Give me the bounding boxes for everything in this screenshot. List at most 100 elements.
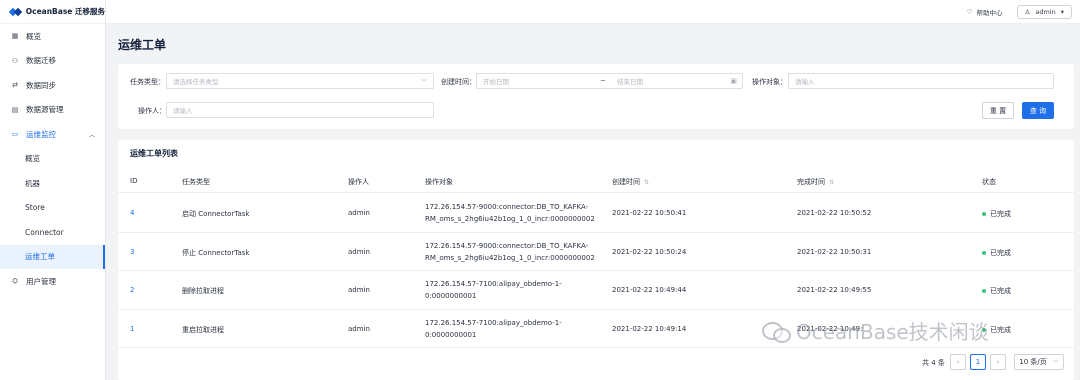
lightbulb-icon: ♡	[966, 7, 973, 16]
status-badge: 已完成	[982, 248, 1011, 258]
chevron-right-icon: ›	[996, 358, 1000, 366]
sidebar-item-overview[interactable]: ▦ 概览	[0, 24, 105, 49]
sidebar-subitem-overview[interactable]: 概览	[0, 147, 105, 172]
sidebar-subitem-label: 概览	[25, 154, 40, 164]
sidebar-subitem-ops-ticket[interactable]: 运维工单	[0, 244, 105, 269]
target-input[interactable]: 请输入	[788, 73, 1054, 89]
row-task-type: 重启拉取进程	[182, 325, 224, 334]
row-finished-time: 2021-02-22 10:50:31	[797, 247, 872, 256]
oceanbase-logo-icon	[10, 7, 21, 17]
row-created-time: 2021-02-22 10:49:14	[612, 324, 687, 333]
chevron-left-icon: ‹	[956, 358, 960, 366]
operator-input[interactable]: 请输入	[166, 102, 434, 118]
task-type-select[interactable]: 请选择任务类型 ﹀	[166, 73, 434, 89]
row-target: 172.26.154.57-9000:connector:DB_TO_KAFKA…	[425, 240, 595, 264]
finished-time-header-label: 完成时间	[797, 178, 825, 186]
table-row: 3 停止 ConnectorTask admin 172.26.154.57-9…	[118, 233, 1074, 271]
help-center-link[interactable]: ♡ 帮助中心	[967, 7, 1003, 17]
page-title: 运维工单	[118, 38, 167, 52]
status-dot	[982, 289, 986, 293]
column-header-id: ID	[130, 177, 138, 185]
sidebar-item-label: 数据迁移	[26, 56, 56, 66]
status-badge: 已完成	[982, 286, 1011, 296]
sidebar-item-sync[interactable]: ⇄ 数据同步	[0, 73, 105, 98]
sidebar-item-datasource[interactable]: ▤ 数据源管理	[0, 98, 105, 123]
table-header: ID 任务类型 操作人 操作对象 创建时间 ⇅ 完成时间 ⇅ 状态	[118, 170, 1074, 193]
pagination-total: 共 4 条	[922, 359, 945, 367]
sidebar-item-label: 运维监控	[26, 129, 56, 139]
sidebar-subitem-store[interactable]: Store	[0, 196, 105, 221]
user-menu-button[interactable]: ♙ admin ▾	[1016, 4, 1072, 19]
user-name: admin	[1035, 7, 1056, 16]
pagination-next-button[interactable]: ›	[990, 354, 1006, 370]
pagination-page-1[interactable]: 1	[970, 354, 986, 370]
sidebar-subitem-machine[interactable]: 机器	[0, 171, 105, 196]
status-badge: 已完成	[982, 209, 1011, 219]
row-operator: admin	[348, 247, 370, 256]
row-target-line: 172.26.154.57-7100:alipay_obdemo-1-	[425, 280, 562, 288]
row-target-line: 0:0000000001	[425, 292, 477, 300]
caret-down-icon: ▾	[1060, 7, 1064, 16]
operator-label: 操作人：	[138, 107, 166, 115]
row-target-line: 172.26.154.57-7100:alipay_obdemo-1-	[425, 318, 562, 327]
app-logo-text: OceanBase 迁移服务	[25, 7, 105, 16]
query-button[interactable]: 查 询	[1022, 102, 1054, 119]
row-finished-time: 2021-02-22 10:49:55	[797, 286, 872, 294]
created-time-label: 创建时间：	[441, 78, 476, 86]
date-range-separator: ~	[600, 77, 606, 85]
column-header-finished-time[interactable]: 完成时间 ⇅	[797, 177, 834, 187]
row-task-type: 启动 ConnectorTask	[182, 210, 250, 218]
overview-icon: ▦	[11, 32, 19, 41]
sidebar: OceanBase 迁移服务 ▦ 概览 ⚇ 数据迁移 ⇄ 数据同步 ▤ 数据源管…	[0, 0, 106, 380]
target-placeholder: 请输入	[795, 78, 815, 86]
status-label: 已完成	[990, 287, 1011, 295]
monitor-icon: ▭	[11, 130, 19, 139]
created-time-header-label: 创建时间	[612, 178, 640, 186]
status-label: 已完成	[990, 210, 1011, 218]
status-label: 已完成	[990, 325, 1011, 334]
sidebar-item-user-manage[interactable]: ⛭ 用户管理	[0, 269, 105, 294]
sidebar-item-monitor[interactable]: ▭ 运维监控 ︿	[0, 122, 105, 147]
sort-icon[interactable]: ⇅	[644, 179, 649, 186]
user-manage-icon: ⛭	[12, 276, 18, 285]
sidebar-subitem-connector[interactable]: Connector	[0, 220, 105, 245]
task-type-placeholder: 请选择任务类型	[173, 78, 219, 86]
reset-button[interactable]: 重 置	[982, 102, 1014, 119]
row-target: 172.26.154.57-7100:alipay_obdemo-1- 0:00…	[425, 278, 562, 302]
table-row: 2 删除拉取进程 admin 172.26.154.57-7100:alipay…	[118, 271, 1074, 310]
row-created-time: 2021-02-22 10:50:41	[612, 209, 687, 217]
row-operator: admin	[348, 324, 370, 333]
status-dot	[982, 250, 986, 255]
row-task-type: 停止 ConnectorTask	[182, 248, 250, 257]
row-id-link[interactable]: 2	[130, 286, 134, 294]
pagination-prev-button[interactable]: ‹	[950, 354, 966, 370]
sidebar-subitem-label: Store	[25, 203, 45, 213]
created-time-range-picker[interactable]: 开始日期 ~ 结束日期 ▣	[476, 73, 743, 89]
app-logo[interactable]: OceanBase 迁移服务	[0, 0, 105, 24]
row-target: 172.26.154.57-9000:connector:DB_TO_KAFKA…	[425, 201, 595, 225]
row-target-line: 0:0000000001	[425, 330, 477, 339]
help-center-label: 帮助中心	[976, 8, 1003, 17]
migration-icon: ⚇	[11, 56, 19, 65]
row-created-time: 2021-02-22 10:50:24	[612, 247, 687, 256]
sidebar-item-migration[interactable]: ⚇ 数据迁移	[0, 49, 105, 74]
row-operator: admin	[348, 286, 370, 294]
row-task-type: 删除拉取进程	[182, 287, 224, 295]
sidebar-subitem-label: 运维工单	[25, 252, 55, 262]
column-header-created-time[interactable]: 创建时间 ⇅	[612, 177, 649, 187]
wechat-icon	[762, 320, 791, 343]
chevron-down-icon: ﹀	[1052, 359, 1059, 367]
row-target-line: RM_oms_s_2hg6iu42b1og_1_0_incr:000000000…	[425, 215, 595, 223]
chevron-up-icon: ︿	[88, 131, 95, 139]
row-id-link[interactable]: 4	[130, 209, 134, 217]
row-id-link[interactable]: 1	[130, 325, 134, 333]
sidebar-item-label: 数据源管理	[26, 105, 64, 115]
column-header-operator: 操作人	[348, 178, 369, 186]
row-id-link[interactable]: 3	[130, 248, 134, 256]
sync-icon: ⇄	[12, 81, 18, 90]
task-type-label: 任务类型：	[130, 78, 165, 86]
chevron-down-icon: ﹀	[420, 78, 427, 86]
page-size-select[interactable]: 10 条/页 ﹀	[1014, 354, 1064, 370]
sort-icon[interactable]: ⇅	[829, 179, 834, 186]
table-row: 4 启动 ConnectorTask admin 172.26.154.57-9…	[118, 194, 1074, 233]
